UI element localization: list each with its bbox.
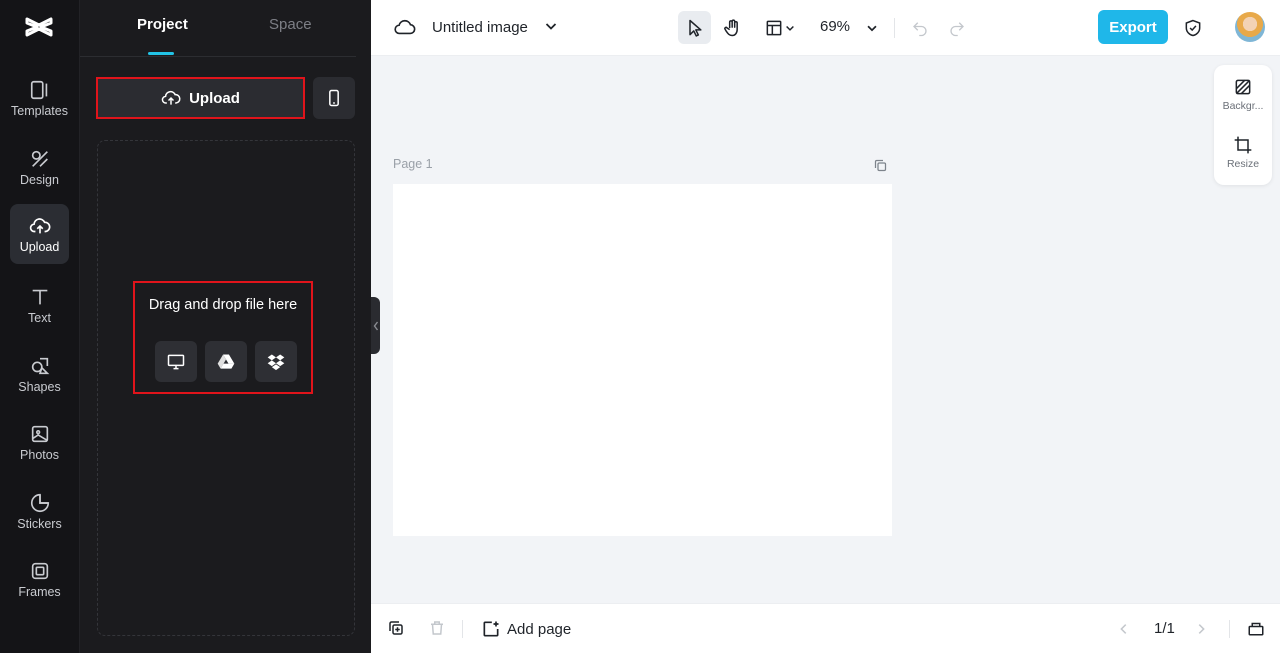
duplicate-icon	[389, 621, 403, 635]
delete-page-button[interactable]	[428, 619, 446, 642]
cursor-icon	[688, 19, 702, 37]
tab-space[interactable]: Space	[269, 16, 312, 33]
layout-icon	[766, 20, 782, 35]
top-bar: Untitled image 69% Export	[371, 0, 1280, 56]
chevron-down-icon	[867, 25, 877, 31]
tab-project[interactable]: Project	[137, 16, 188, 33]
hand-icon	[723, 18, 738, 36]
rail-label-stickers: Stickers	[17, 516, 62, 531]
templates-icon	[30, 80, 47, 99]
photos-icon	[31, 425, 48, 442]
side-tools-panel: Backgr... Resize	[1214, 65, 1272, 185]
text-icon	[32, 289, 47, 304]
cloud-sync-icon[interactable]	[393, 16, 417, 43]
bottom-divider	[462, 620, 463, 638]
duplicate-page-button[interactable]	[387, 619, 405, 642]
duplicate-page-icon[interactable]	[873, 158, 888, 178]
select-tool-button[interactable]	[678, 11, 711, 44]
page-label: Page 1	[393, 157, 433, 171]
drop-source-box: Drag and drop file here	[133, 281, 313, 394]
chevron-down-icon[interactable]	[543, 18, 559, 39]
layout-dropdown-button[interactable]	[759, 11, 801, 44]
google-drive-icon	[217, 354, 235, 369]
design-icon	[31, 150, 48, 167]
rail-label-shapes: Shapes	[18, 379, 61, 394]
rail-label-templates: Templates	[11, 103, 68, 118]
upload-from-phone-button[interactable]	[313, 77, 355, 119]
add-page-label: Add page	[507, 620, 572, 638]
drop-instructions: Drag and drop file here	[148, 297, 298, 313]
upload-cloud-icon	[161, 90, 181, 105]
stickers-icon	[30, 493, 49, 512]
redo-icon	[950, 21, 964, 36]
resize-icon	[1234, 136, 1252, 154]
rail-item-upload[interactable]: Upload	[10, 204, 69, 264]
computer-icon	[167, 354, 185, 369]
capcut-logo-icon[interactable]	[24, 12, 54, 42]
dropbox-icon	[267, 354, 285, 370]
undo-button[interactable]	[909, 11, 931, 44]
upload-from-computer-button[interactable]	[155, 341, 197, 382]
panel-tabs: Project Space	[80, 0, 356, 57]
upload-button-label: Upload	[189, 89, 240, 107]
canvas-page[interactable]	[393, 184, 892, 536]
upload-panel: Project Space Upload Drag and drop file …	[79, 0, 371, 653]
export-button[interactable]: Export	[1098, 10, 1168, 44]
resize-tool-button[interactable]: Resize	[1214, 135, 1272, 185]
toolbar-divider	[894, 18, 895, 38]
rail-item-shapes[interactable]: Shapes	[10, 344, 69, 404]
add-page-button[interactable]: Add page	[481, 619, 571, 639]
upload-from-dropbox-button[interactable]	[255, 341, 297, 382]
add-page-icon	[483, 621, 499, 637]
rail-label-frames: Frames	[18, 584, 61, 599]
rail-label-design: Design	[20, 172, 59, 187]
rail-item-stickers[interactable]: Stickers	[10, 481, 69, 541]
background-icon	[1235, 79, 1251, 95]
shapes-icon	[31, 357, 49, 374]
chevron-left-icon	[1120, 624, 1127, 634]
page-counter: 1/1	[1154, 620, 1175, 637]
redo-button[interactable]	[946, 11, 968, 44]
rail-item-frames[interactable]: Frames	[10, 549, 69, 609]
panel-collapse-handle[interactable]	[371, 297, 380, 354]
upload-cloud-icon	[29, 217, 50, 233]
zoom-dropdown-button[interactable]	[862, 11, 882, 44]
trash-icon	[431, 621, 443, 635]
rail-item-design[interactable]: Design	[10, 137, 69, 197]
chevron-down-icon	[786, 25, 794, 31]
background-tool-label: Backgr...	[1222, 100, 1264, 112]
chevron-left-icon	[373, 321, 378, 330]
rail-item-templates[interactable]: Templates	[10, 68, 69, 128]
pages-icon	[1248, 622, 1264, 636]
tab-active-indicator	[148, 52, 174, 55]
pages-overview-button[interactable]	[1247, 619, 1265, 642]
zoom-level[interactable]: 69%	[820, 18, 850, 35]
bottom-bar: Add page 1/1	[371, 603, 1280, 653]
chevron-right-icon	[1198, 624, 1205, 634]
rail-label-text: Text	[28, 310, 51, 325]
rail-item-photos[interactable]: Photos	[10, 412, 69, 472]
user-avatar[interactable]	[1235, 12, 1265, 42]
upload-button[interactable]: Upload	[96, 77, 305, 119]
phone-icon	[329, 89, 339, 107]
rail-label-upload: Upload	[19, 239, 60, 254]
next-page-button[interactable]	[1194, 621, 1208, 642]
left-rail: Templates Design Upload Text Shapes Phot…	[0, 0, 79, 653]
bottom-divider	[1229, 620, 1230, 638]
document-title[interactable]: Untitled image	[432, 19, 528, 36]
upload-from-google-drive-button[interactable]	[205, 341, 247, 382]
resize-tool-label: Resize	[1226, 158, 1260, 170]
previous-page-button[interactable]	[1117, 621, 1131, 642]
hand-tool-button[interactable]	[716, 11, 749, 44]
frames-icon	[31, 562, 48, 579]
shield-button[interactable]	[1182, 11, 1204, 44]
undo-icon	[913, 21, 927, 36]
rail-label-photos: Photos	[20, 447, 59, 462]
rail-item-text[interactable]: Text	[10, 275, 69, 335]
background-tool-button[interactable]: Backgr...	[1214, 77, 1272, 127]
shield-check-icon	[1185, 19, 1201, 36]
